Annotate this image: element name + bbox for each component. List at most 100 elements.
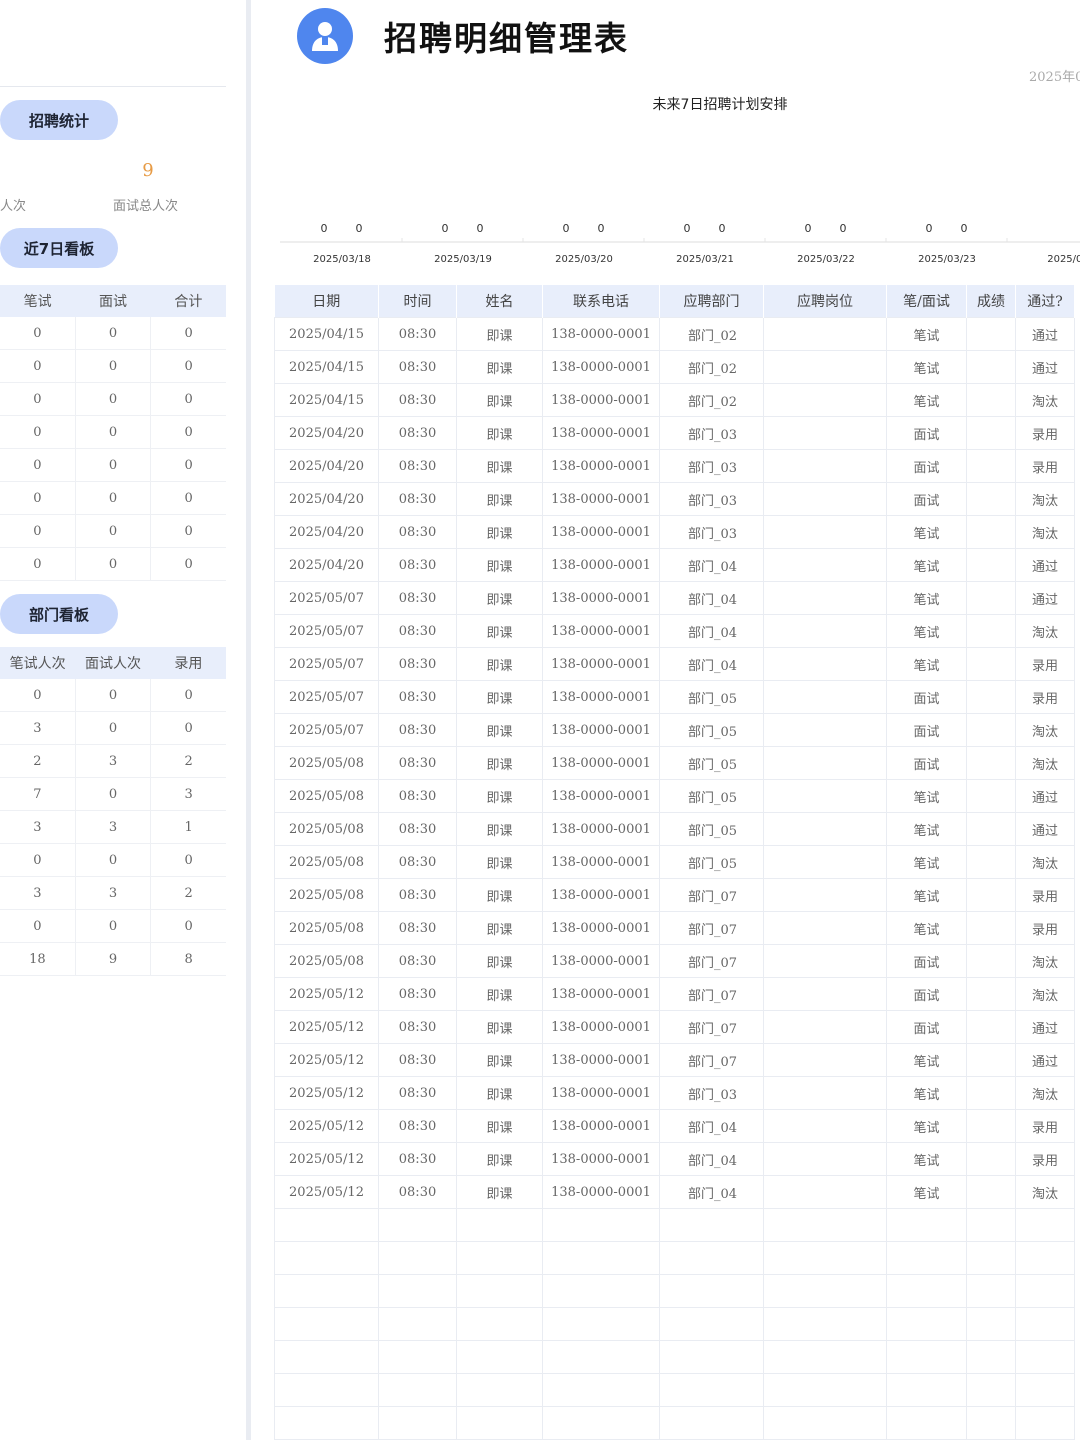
main-table-cell[interactable] xyxy=(966,647,1016,681)
main-table-cell[interactable] xyxy=(274,1241,379,1275)
recent7-cell[interactable]: 0 xyxy=(0,415,76,449)
main-table-cell[interactable]: 2025/05/07 xyxy=(274,581,379,615)
recent7-cell[interactable]: 0 xyxy=(150,547,226,581)
main-table-cell[interactable]: 面试 xyxy=(886,416,967,450)
main-table-cell[interactable]: 笔试 xyxy=(886,350,967,384)
main-table-cell[interactable] xyxy=(966,845,1016,879)
main-table-cell[interactable] xyxy=(763,1043,887,1077)
dept-cell[interactable]: 0 xyxy=(75,777,152,811)
main-table-cell[interactable] xyxy=(966,614,1016,648)
main-table-cell[interactable]: 淘汰 xyxy=(1015,1076,1075,1110)
main-table-cell[interactable]: 淘汰 xyxy=(1015,614,1075,648)
main-table-cell[interactable]: 2025/05/07 xyxy=(274,713,379,747)
main-table-cell[interactable]: 录用 xyxy=(1015,449,1075,483)
main-table-cell[interactable] xyxy=(966,746,1016,780)
main-table-cell[interactable] xyxy=(378,1208,457,1242)
main-table-cell[interactable] xyxy=(763,812,887,846)
main-table-cell[interactable] xyxy=(274,1208,379,1242)
main-table-cell[interactable]: 2025/05/12 xyxy=(274,1010,379,1044)
main-table-cell[interactable]: 通过 xyxy=(1015,812,1075,846)
main-table-cell[interactable] xyxy=(763,779,887,813)
recent7-cell[interactable]: 0 xyxy=(0,448,76,482)
main-table-cell[interactable]: 08:30 xyxy=(378,944,457,978)
main-table-cell[interactable]: 面试 xyxy=(886,746,967,780)
main-table-cell[interactable]: 即课 xyxy=(456,845,543,879)
main-table-cell[interactable]: 面试 xyxy=(886,1010,967,1044)
main-table-cell[interactable]: 08:30 xyxy=(378,350,457,384)
recent7-cell[interactable]: 0 xyxy=(75,317,152,350)
main-table-cell[interactable]: 08:30 xyxy=(378,845,457,879)
main-table-cell[interactable] xyxy=(966,317,1016,351)
main-table-cell[interactable]: 笔试 xyxy=(886,1109,967,1143)
main-table-cell[interactable] xyxy=(966,944,1016,978)
main-table-cell[interactable]: 138-0000-0001 xyxy=(542,350,660,384)
main-table-cell[interactable]: 录用 xyxy=(1015,1142,1075,1176)
dept-cell[interactable]: 3 xyxy=(0,876,76,910)
main-table-cell[interactable]: 08:30 xyxy=(378,1175,457,1209)
dept-cell[interactable]: 0 xyxy=(150,711,226,745)
main-table-cell[interactable]: 笔试 xyxy=(886,515,967,549)
main-table-cell[interactable] xyxy=(659,1241,764,1275)
main-table-cell[interactable]: 138-0000-0001 xyxy=(542,383,660,417)
main-table-cell[interactable]: 录用 xyxy=(1015,647,1075,681)
main-table-cell[interactable] xyxy=(966,416,1016,450)
main-table-cell[interactable]: 即课 xyxy=(456,746,543,780)
main-table-cell[interactable]: 即课 xyxy=(456,680,543,714)
main-table-cell[interactable] xyxy=(378,1340,457,1374)
main-table-cell[interactable] xyxy=(886,1241,967,1275)
recent7-cell[interactable]: 0 xyxy=(75,547,152,581)
main-table-cell[interactable] xyxy=(966,878,1016,912)
dept-cell[interactable]: 3 xyxy=(75,744,152,778)
main-table-cell[interactable] xyxy=(542,1274,660,1308)
main-table-cell[interactable]: 即课 xyxy=(456,812,543,846)
main-table-cell[interactable]: 笔试 xyxy=(886,581,967,615)
main-table-cell[interactable] xyxy=(966,548,1016,582)
main-table-cell[interactable]: 部门_05 xyxy=(659,680,764,714)
dept-cell[interactable]: 3 xyxy=(150,777,226,811)
main-table-cell[interactable] xyxy=(763,944,887,978)
main-table-cell[interactable] xyxy=(763,317,887,351)
main-table-cell[interactable] xyxy=(966,449,1016,483)
main-table-cell[interactable]: 即课 xyxy=(456,614,543,648)
dept-cell[interactable]: 0 xyxy=(75,843,152,877)
main-table-cell[interactable]: 138-0000-0001 xyxy=(542,317,660,351)
main-table-cell[interactable]: 2025/05/12 xyxy=(274,1076,379,1110)
main-table-cell[interactable] xyxy=(966,1274,1016,1308)
main-table-cell[interactable]: 即课 xyxy=(456,1109,543,1143)
main-table-cell[interactable] xyxy=(1015,1241,1075,1275)
main-table-cell[interactable]: 淘汰 xyxy=(1015,713,1075,747)
main-table-cell[interactable]: 部门_04 xyxy=(659,548,764,582)
main-table-cell[interactable]: 2025/04/20 xyxy=(274,482,379,516)
main-table-cell[interactable]: 通过 xyxy=(1015,1010,1075,1044)
dept-cell[interactable]: 1 xyxy=(150,810,226,844)
main-table-cell[interactable]: 138-0000-0001 xyxy=(542,1175,660,1209)
main-table-cell[interactable]: 淘汰 xyxy=(1015,515,1075,549)
main-table-cell[interactable]: 即课 xyxy=(456,779,543,813)
main-table-cell[interactable] xyxy=(886,1373,967,1407)
main-table-cell[interactable] xyxy=(966,581,1016,615)
main-table-cell[interactable]: 2025/04/20 xyxy=(274,449,379,483)
dept-cell[interactable]: 9 xyxy=(75,942,152,976)
main-table-cell[interactable]: 录用 xyxy=(1015,878,1075,912)
recent7-cell[interactable]: 0 xyxy=(150,448,226,482)
main-table-cell[interactable] xyxy=(763,878,887,912)
main-table-cell[interactable]: 08:30 xyxy=(378,449,457,483)
main-table-cell[interactable]: 淘汰 xyxy=(1015,944,1075,978)
main-table-cell[interactable]: 即课 xyxy=(456,515,543,549)
main-table-cell[interactable]: 笔试 xyxy=(886,845,967,879)
main-table-cell[interactable]: 2025/05/07 xyxy=(274,680,379,714)
dept-cell[interactable]: 8 xyxy=(150,942,226,976)
recent7-cell[interactable]: 0 xyxy=(75,349,152,383)
main-table-cell[interactable]: 138-0000-0001 xyxy=(542,845,660,879)
main-table-cell[interactable]: 部门_07 xyxy=(659,944,764,978)
main-table-cell[interactable]: 08:30 xyxy=(378,383,457,417)
main-table-cell[interactable] xyxy=(542,1241,660,1275)
main-table-cell[interactable]: 08:30 xyxy=(378,482,457,516)
main-table-cell[interactable]: 部门_05 xyxy=(659,845,764,879)
recent7-cell[interactable]: 0 xyxy=(75,514,152,548)
main-table-cell[interactable]: 2025/05/08 xyxy=(274,779,379,813)
main-table-cell[interactable] xyxy=(763,548,887,582)
main-table-cell[interactable] xyxy=(966,911,1016,945)
main-table-cell[interactable] xyxy=(966,1340,1016,1374)
recent7-cell[interactable]: 0 xyxy=(0,317,76,350)
